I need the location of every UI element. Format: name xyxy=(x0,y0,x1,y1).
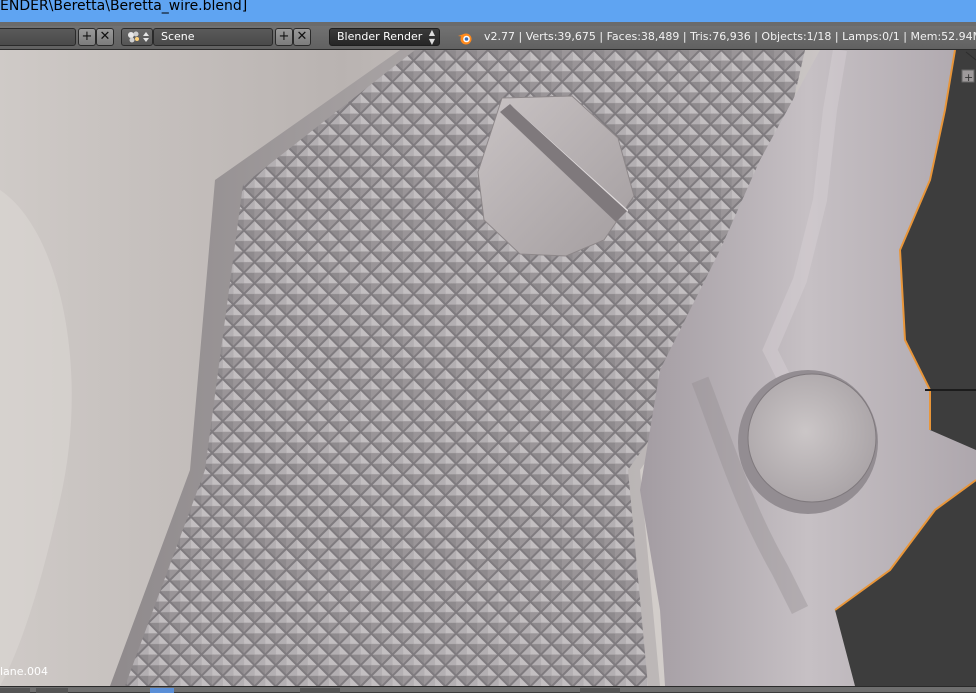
delete-layout-button[interactable]: ✕ xyxy=(96,28,114,46)
delete-scene-button[interactable]: ✕ xyxy=(293,28,311,46)
active-object-label: lane.004 xyxy=(0,665,49,678)
3d-viewport[interactable]: + xyxy=(0,50,976,686)
active-mode-toggle[interactable] xyxy=(150,688,174,693)
close-icon: ✕ xyxy=(296,29,308,44)
svg-text:+: + xyxy=(964,71,973,84)
plus-icon: + xyxy=(278,29,290,44)
add-scene-button[interactable]: + xyxy=(275,28,293,46)
viewport-header-bar[interactable] xyxy=(0,686,976,693)
window-title-bar: ENDER\Beretta\Beretta_wire.blend] xyxy=(0,0,976,22)
window-title: ENDER\Beretta\Beretta_wire.blend] xyxy=(0,0,248,14)
scene-name: Scene xyxy=(161,30,195,43)
scene-statistics: v2.77 | Verts:39,675 | Faces:38,489 | Tr… xyxy=(484,30,976,43)
view-menu-button[interactable] xyxy=(36,688,68,693)
editor-type-button[interactable] xyxy=(0,688,30,693)
close-icon: ✕ xyxy=(99,29,111,44)
blender-logo-icon xyxy=(458,33,472,45)
dropdown-arrows-icon: ▲ ▼ xyxy=(428,28,435,46)
screen-layout-field[interactable] xyxy=(0,28,76,46)
scene-name-field[interactable]: Scene xyxy=(153,28,273,46)
scene-icon xyxy=(128,31,149,43)
viewport-render: + xyxy=(0,50,976,686)
info-header: + ✕ Scene + ✕ Blender Render ▲ ▼ v2.77 | … xyxy=(0,26,976,50)
layer-buttons[interactable] xyxy=(300,688,340,693)
scene-selector-button[interactable] xyxy=(121,28,153,46)
snap-settings[interactable] xyxy=(580,688,620,693)
add-layout-button[interactable]: + xyxy=(78,28,96,46)
render-engine-dropdown[interactable]: Blender Render ▲ ▼ xyxy=(329,28,440,46)
plus-icon: + xyxy=(81,29,93,44)
render-engine-value: Blender Render xyxy=(337,30,423,43)
